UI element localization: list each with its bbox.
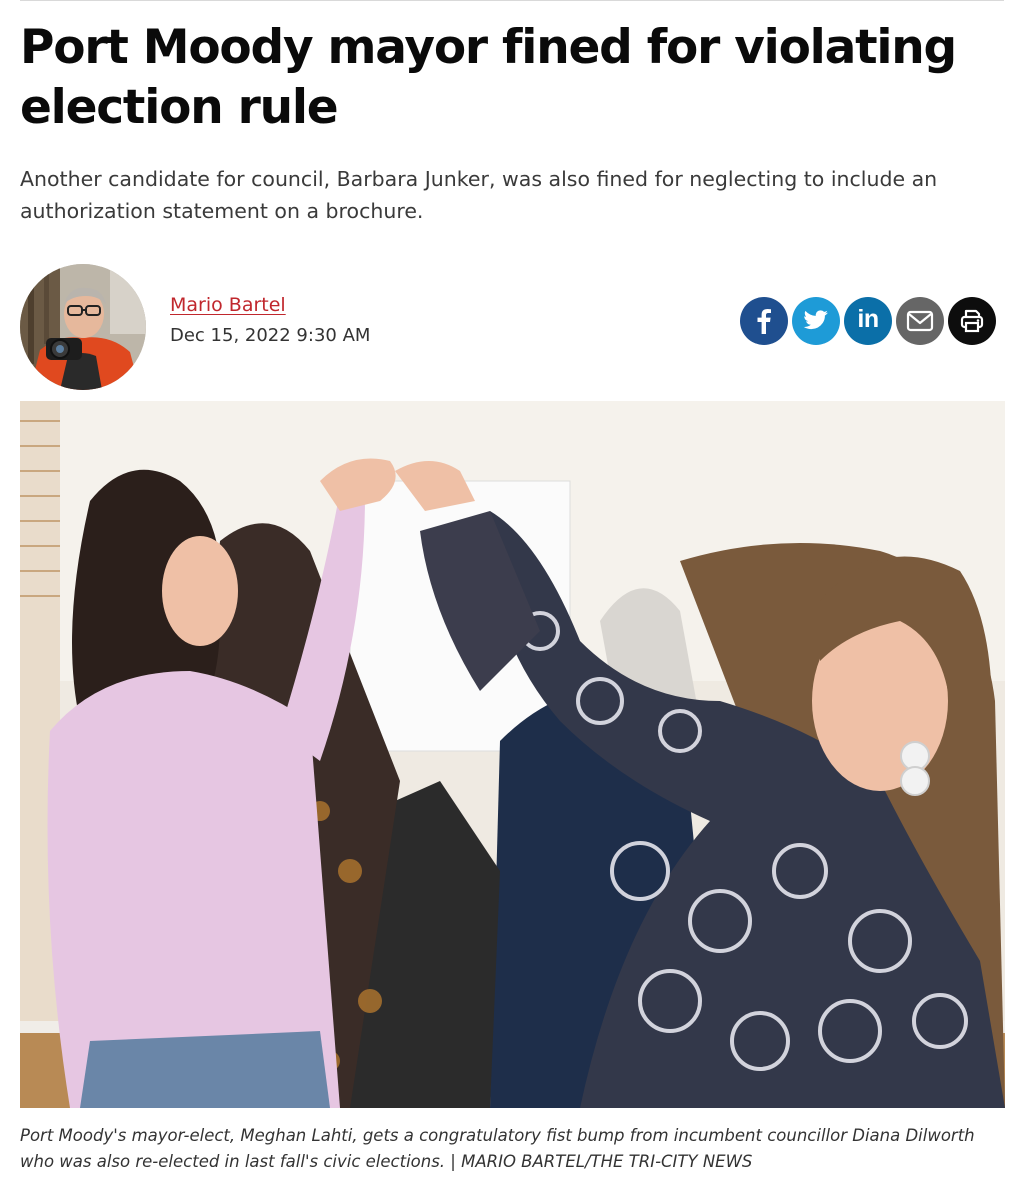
print-icon [960,309,984,333]
facebook-icon [757,309,771,334]
byline: Mario Bartel Dec 15, 2022 9:30 AM in [20,264,1004,392]
share-facebook-button[interactable] [740,297,788,345]
share-print-button[interactable] [948,297,996,345]
article-photo[interactable] [20,401,1005,1108]
share-buttons: in [740,297,996,345]
email-icon [906,310,934,332]
author-avatar[interactable] [20,264,146,390]
article-photo-image [20,401,1005,1108]
linkedin-icon: in [857,305,879,333]
author-avatar-image [20,264,146,390]
share-twitter-button[interactable] [792,297,840,345]
share-email-button[interactable] [896,297,944,345]
article-dek: Another candidate for council, Barbara J… [20,167,938,223]
twitter-icon [803,310,828,330]
share-linkedin-button[interactable]: in [844,297,892,345]
author-link[interactable]: Mario Bartel [170,294,286,316]
publish-date: Dec 15, 2022 9:30 AM [170,325,371,346]
top-divider [20,0,1004,1]
article-headline: Port Moody mayor fined for violating ele… [20,20,957,135]
photo-caption: Port Moody's mayor-elect, Meghan Lahti, … [20,1126,975,1171]
